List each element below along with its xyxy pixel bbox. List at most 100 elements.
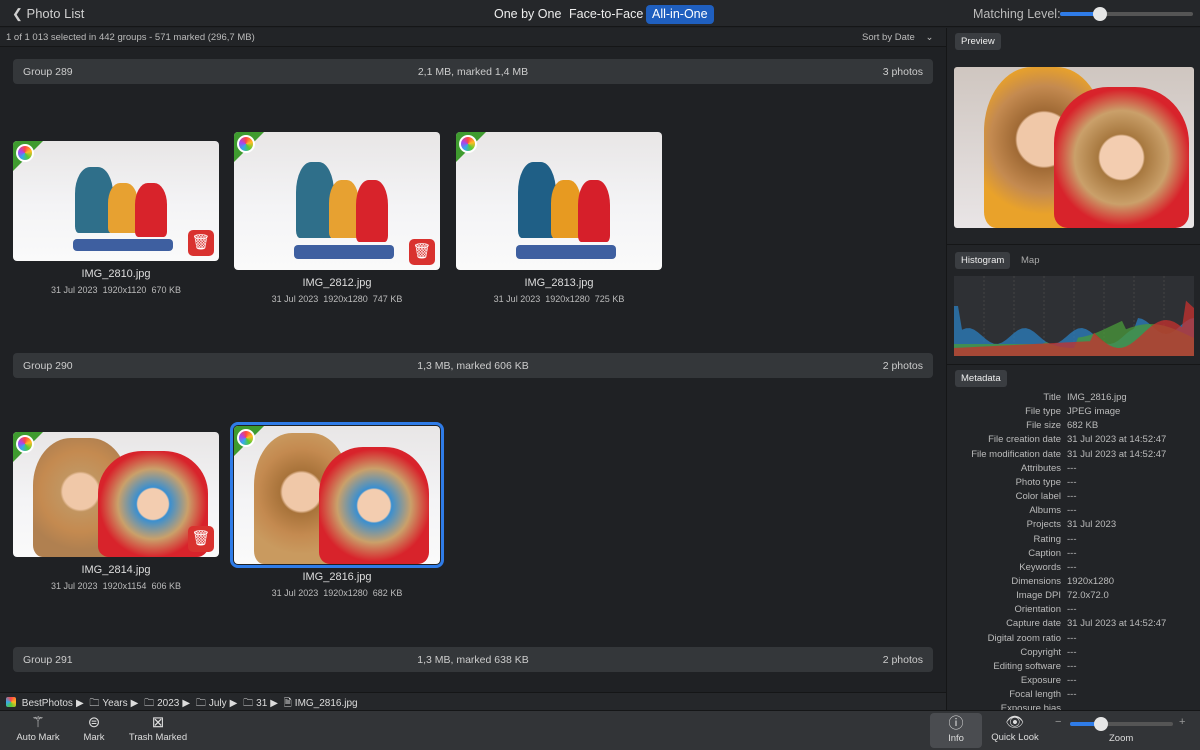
photos-app-icon	[237, 135, 255, 153]
breadcrumb-item[interactable]: 31	[256, 698, 267, 709]
metadata-value: 31 Jul 2023 at 14:52:47	[1067, 618, 1167, 630]
photo-dimensions: 1920x1280	[323, 294, 368, 304]
group-size: 1,3 MB, marked 606 KB	[417, 360, 529, 372]
breadcrumb-item[interactable]: Years	[102, 698, 127, 709]
metadata-key: File type	[1025, 406, 1061, 418]
metadata-value: ---	[1067, 491, 1077, 503]
metadata-key: Orientation	[1014, 604, 1061, 616]
photo-thumbnail[interactable]: 🗑	[234, 132, 440, 270]
separator-arrow-icon: ▶	[229, 698, 238, 709]
trash-marked-button[interactable]: ⊠ Trash Marked	[126, 714, 190, 743]
metadata-value: ---	[1067, 462, 1077, 474]
metadata-value: 31 Jul 2023 at 14:52:47	[1067, 434, 1167, 446]
sort-label: Sort by Date	[862, 32, 915, 43]
photo-filename: IMG_2814.jpg	[81, 564, 151, 576]
photo-dimensions: 1920x1120	[102, 285, 147, 295]
folder-icon: 🗀	[144, 698, 155, 709]
zoom-slider[interactable]	[1070, 717, 1173, 731]
metadata-value: ---	[1067, 561, 1077, 573]
zoom-in-button[interactable]: +	[1179, 716, 1185, 728]
photo-thumbnail[interactable]	[456, 132, 662, 270]
metadata-key: Keywords	[1019, 561, 1061, 573]
info-button[interactable]: ⓘ Info	[930, 713, 982, 748]
separator-arrow-icon: ▶	[75, 698, 84, 709]
metadata-value: ---	[1067, 533, 1077, 545]
breadcrumb: BestPhotos ▶ 🗀 Years ▶ 🗀 2023 ▶ 🗀 July ▶ 🗀 31 ▶ 🗎…	[0, 692, 946, 710]
metadata-key: Exposure bias	[1000, 703, 1061, 710]
trash-icon[interactable]: 🗑	[188, 230, 214, 256]
photo-date: 31 Jul 2023	[271, 588, 319, 598]
metadata-key: File size	[1026, 420, 1061, 432]
photo-dimensions: 1920x1280	[323, 588, 368, 598]
trash-icon[interactable]: 🗑	[409, 239, 435, 265]
metadata-value: ---	[1067, 689, 1077, 701]
metadata-key: File creation date	[988, 434, 1061, 446]
photo-thumbnail[interactable]: 🗑	[13, 432, 219, 557]
metadata-key: Capture date	[1006, 618, 1061, 630]
photo-filename: IMG_2816.jpg	[302, 571, 372, 583]
mode-one-by-one[interactable]: One by One	[488, 5, 567, 24]
matching-level-slider[interactable]	[1060, 7, 1193, 21]
file-icon: 🗎	[283, 698, 292, 709]
metadata-key: Title	[1043, 392, 1061, 403]
magic-wand-icon: ⚚	[31, 714, 45, 731]
tab-metadata[interactable]: Metadata	[955, 370, 1007, 387]
photo-date: 31 Jul 2023	[51, 285, 98, 295]
chevron-left-icon: ❮	[12, 6, 23, 21]
matching-level-label: Matching Level:	[973, 7, 1061, 21]
metadata-key: Copyright	[1020, 646, 1061, 658]
photo-thumbnail[interactable]	[230, 422, 444, 568]
folder-icon: 🗀	[89, 698, 100, 709]
breadcrumb-item[interactable]: IMG_2816.jpg	[295, 698, 358, 709]
app-icon	[6, 697, 16, 707]
mode-all-in-one[interactable]: All-in-One	[646, 5, 714, 24]
breadcrumb-item[interactable]: 2023	[157, 698, 179, 709]
top-bar: ❮ Photo List One by One Face-to-Face All…	[0, 0, 1200, 27]
tab-histogram[interactable]: Histogram	[955, 252, 1011, 269]
separator-arrow-icon: ▶	[182, 698, 191, 709]
auto-mark-button[interactable]: ⚚ Auto Mark	[14, 714, 62, 743]
slider-knob[interactable]	[1093, 717, 1108, 731]
metadata-value: ---	[1067, 632, 1077, 644]
tab-preview[interactable]: Preview	[955, 33, 1001, 50]
photo-details: 31 Jul 2023 1920x1280 682 KB	[234, 588, 440, 598]
metadata-key: Image DPI	[1016, 590, 1061, 602]
sort-dropdown[interactable]: Sort by Date ⌄	[862, 32, 933, 43]
breadcrumb-item[interactable]: BestPhotos	[22, 698, 73, 709]
breadcrumb-item[interactable]: July	[209, 698, 227, 709]
tab-map[interactable]: Map	[1015, 252, 1045, 269]
quick-look-label: Quick Look	[991, 732, 1039, 743]
metadata-value: ---	[1067, 675, 1077, 686]
folder-icon: 🗀	[195, 698, 206, 709]
trash-bin-icon: ⊠	[151, 714, 165, 731]
metadata-key: Dimensions	[1011, 575, 1061, 587]
info-label: Info	[948, 733, 964, 744]
group-header[interactable]: Group 290 1,3 MB, marked 606 KB 2 photos	[13, 353, 933, 378]
separator-arrow-icon: ▶	[130, 698, 139, 709]
mode-face-to-face[interactable]: Face-to-Face	[563, 5, 649, 24]
photos-app-icon	[237, 429, 255, 447]
back-button[interactable]: ❮ Photo List	[12, 6, 84, 22]
quick-look-button[interactable]: 👁 Quick Look	[988, 714, 1042, 743]
metadata-value: IMG_2816.jpg	[1067, 392, 1127, 403]
group-count: 2 photos	[882, 654, 923, 666]
mark-button[interactable]: ⊜ Mark	[78, 714, 110, 743]
photo-date: 31 Jul 2023	[493, 294, 541, 304]
trash-icon[interactable]: 🗑	[188, 526, 214, 552]
metadata-key: Exposure	[1020, 675, 1061, 686]
metadata-key: File modification date	[971, 448, 1061, 460]
trash-marked-label: Trash Marked	[128, 732, 188, 743]
group-header[interactable]: Group 289 2,1 MB, marked 1,4 MB 3 photos	[13, 59, 933, 84]
photo-thumbnail[interactable]: 🗑	[13, 141, 219, 261]
group-count: 2 photos	[882, 360, 923, 372]
zoom-out-button[interactable]: −	[1055, 716, 1061, 728]
metadata-value: ---	[1067, 505, 1077, 517]
chevron-down-icon: ⌄	[925, 32, 934, 43]
photo-size: 606 KB	[151, 581, 181, 591]
group-header[interactable]: Group 291 1,3 MB, marked 638 KB 2 photos	[13, 647, 933, 672]
slider-knob[interactable]	[1092, 7, 1107, 21]
metadata-value: 1920x1280	[1067, 575, 1115, 587]
photo-size: 747 KB	[372, 294, 403, 304]
photo-size: 682 KB	[372, 588, 403, 598]
metadata-value: 31 Jul 2023	[1067, 519, 1117, 531]
